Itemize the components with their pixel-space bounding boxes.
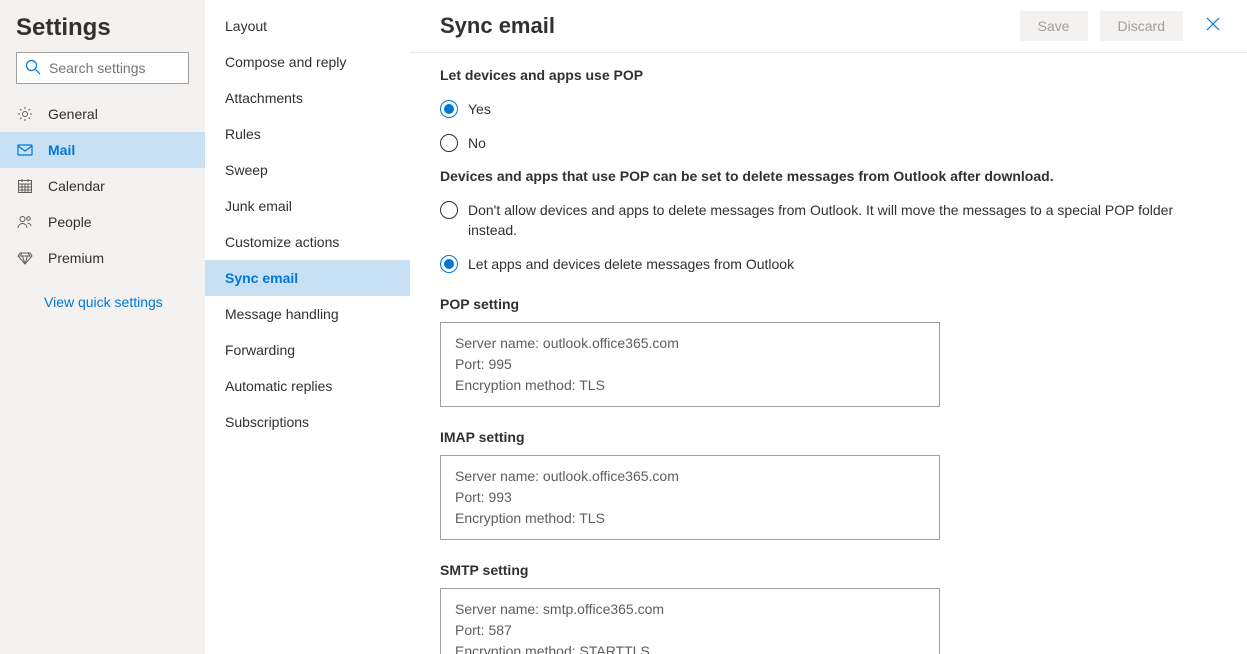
search-icon [25,59,49,78]
smtp-setting-box: Server name: smtp.office365.com Port: 58… [440,588,940,654]
nav-mail[interactable]: Mail [0,132,205,168]
pop-setting-box: Server name: outlook.office365.com Port:… [440,322,940,407]
nav-label: Mail [48,142,75,158]
subnav-sync-email[interactable]: Sync email [205,260,410,296]
radio-label: No [468,133,486,153]
pop-port: Port: 995 [455,354,925,375]
subnav-attachments[interactable]: Attachments [205,80,410,116]
main-header: Sync email Save Discard [410,0,1247,52]
smtp-encryption: Encryption method: STARTTLS [455,641,925,654]
subnav-rules[interactable]: Rules [205,116,410,152]
nav-general[interactable]: General [0,96,205,132]
nav-people[interactable]: People [0,204,205,240]
settings-sidebar: Settings General Mail Calendar [0,0,205,654]
nav-premium[interactable]: Premium [0,240,205,276]
subnav-junk-email[interactable]: Junk email [205,188,410,224]
settings-nav: General Mail Calendar People Premium [0,96,205,276]
pop-no-radio[interactable]: No [440,133,1217,153]
pop-yes-radio[interactable]: Yes [440,99,1217,119]
subnav-sweep[interactable]: Sweep [205,152,410,188]
close-icon [1205,16,1221,37]
mail-subnav: Layout Compose and reply Attachments Rul… [205,0,410,654]
nav-label: People [48,214,92,230]
imap-server: Server name: outlook.office365.com [455,466,925,487]
subnav-compose-reply[interactable]: Compose and reply [205,44,410,80]
subnav-automatic-replies[interactable]: Automatic replies [205,368,410,404]
radio-label: Don't allow devices and apps to delete m… [468,200,1188,241]
calendar-icon [16,177,34,195]
main-panel: Sync email Save Discard Let devices and … [410,0,1247,654]
pop-delete-help: Devices and apps that use POP can be set… [440,168,1217,184]
smtp-port: Port: 587 [455,620,925,641]
pop-server: Server name: outlook.office365.com [455,333,925,354]
smtp-server: Server name: smtp.office365.com [455,599,925,620]
nav-label: Calendar [48,178,105,194]
discard-button[interactable]: Discard [1100,11,1183,41]
close-button[interactable] [1195,8,1231,44]
mail-subnav-list: Layout Compose and reply Attachments Rul… [205,8,410,440]
save-button[interactable]: Save [1020,11,1088,41]
radio-icon [440,134,458,152]
view-quick-settings-link[interactable]: View quick settings [0,276,205,310]
subnav-customize-actions[interactable]: Customize actions [205,224,410,260]
radio-icon [440,100,458,118]
nav-calendar[interactable]: Calendar [0,168,205,204]
delete-disallow-radio[interactable]: Don't allow devices and apps to delete m… [440,200,1217,241]
subnav-message-handling[interactable]: Message handling [205,296,410,332]
mail-icon [16,141,34,159]
gear-icon [16,105,34,123]
delete-allow-radio[interactable]: Let apps and devices delete messages fro… [440,254,1217,274]
imap-setting-box: Server name: outlook.office365.com Port:… [440,455,940,540]
page-title: Sync email [440,13,1008,39]
imap-port: Port: 993 [455,487,925,508]
subnav-forwarding[interactable]: Forwarding [205,332,410,368]
pop-enable-label: Let devices and apps use POP [440,67,1217,83]
pop-encryption: Encryption method: TLS [455,375,925,396]
radio-icon [440,201,458,219]
people-icon [16,213,34,231]
radio-label: Yes [468,99,491,119]
diamond-icon [16,249,34,267]
imap-encryption: Encryption method: TLS [455,508,925,529]
nav-label: Premium [48,250,104,266]
radio-icon [440,255,458,273]
content-scroll[interactable]: Let devices and apps use POP Yes No Devi… [410,53,1247,654]
pop-setting-heading: POP setting [440,296,1217,312]
subnav-layout[interactable]: Layout [205,8,410,44]
search-wrap [0,52,205,96]
smtp-setting-heading: SMTP setting [440,562,1217,578]
search-input[interactable] [49,60,180,76]
radio-label: Let apps and devices delete messages fro… [468,254,794,274]
imap-setting-heading: IMAP setting [440,429,1217,445]
nav-label: General [48,106,98,122]
subnav-subscriptions[interactable]: Subscriptions [205,404,410,440]
settings-title: Settings [0,8,205,52]
search-box[interactable] [16,52,189,84]
